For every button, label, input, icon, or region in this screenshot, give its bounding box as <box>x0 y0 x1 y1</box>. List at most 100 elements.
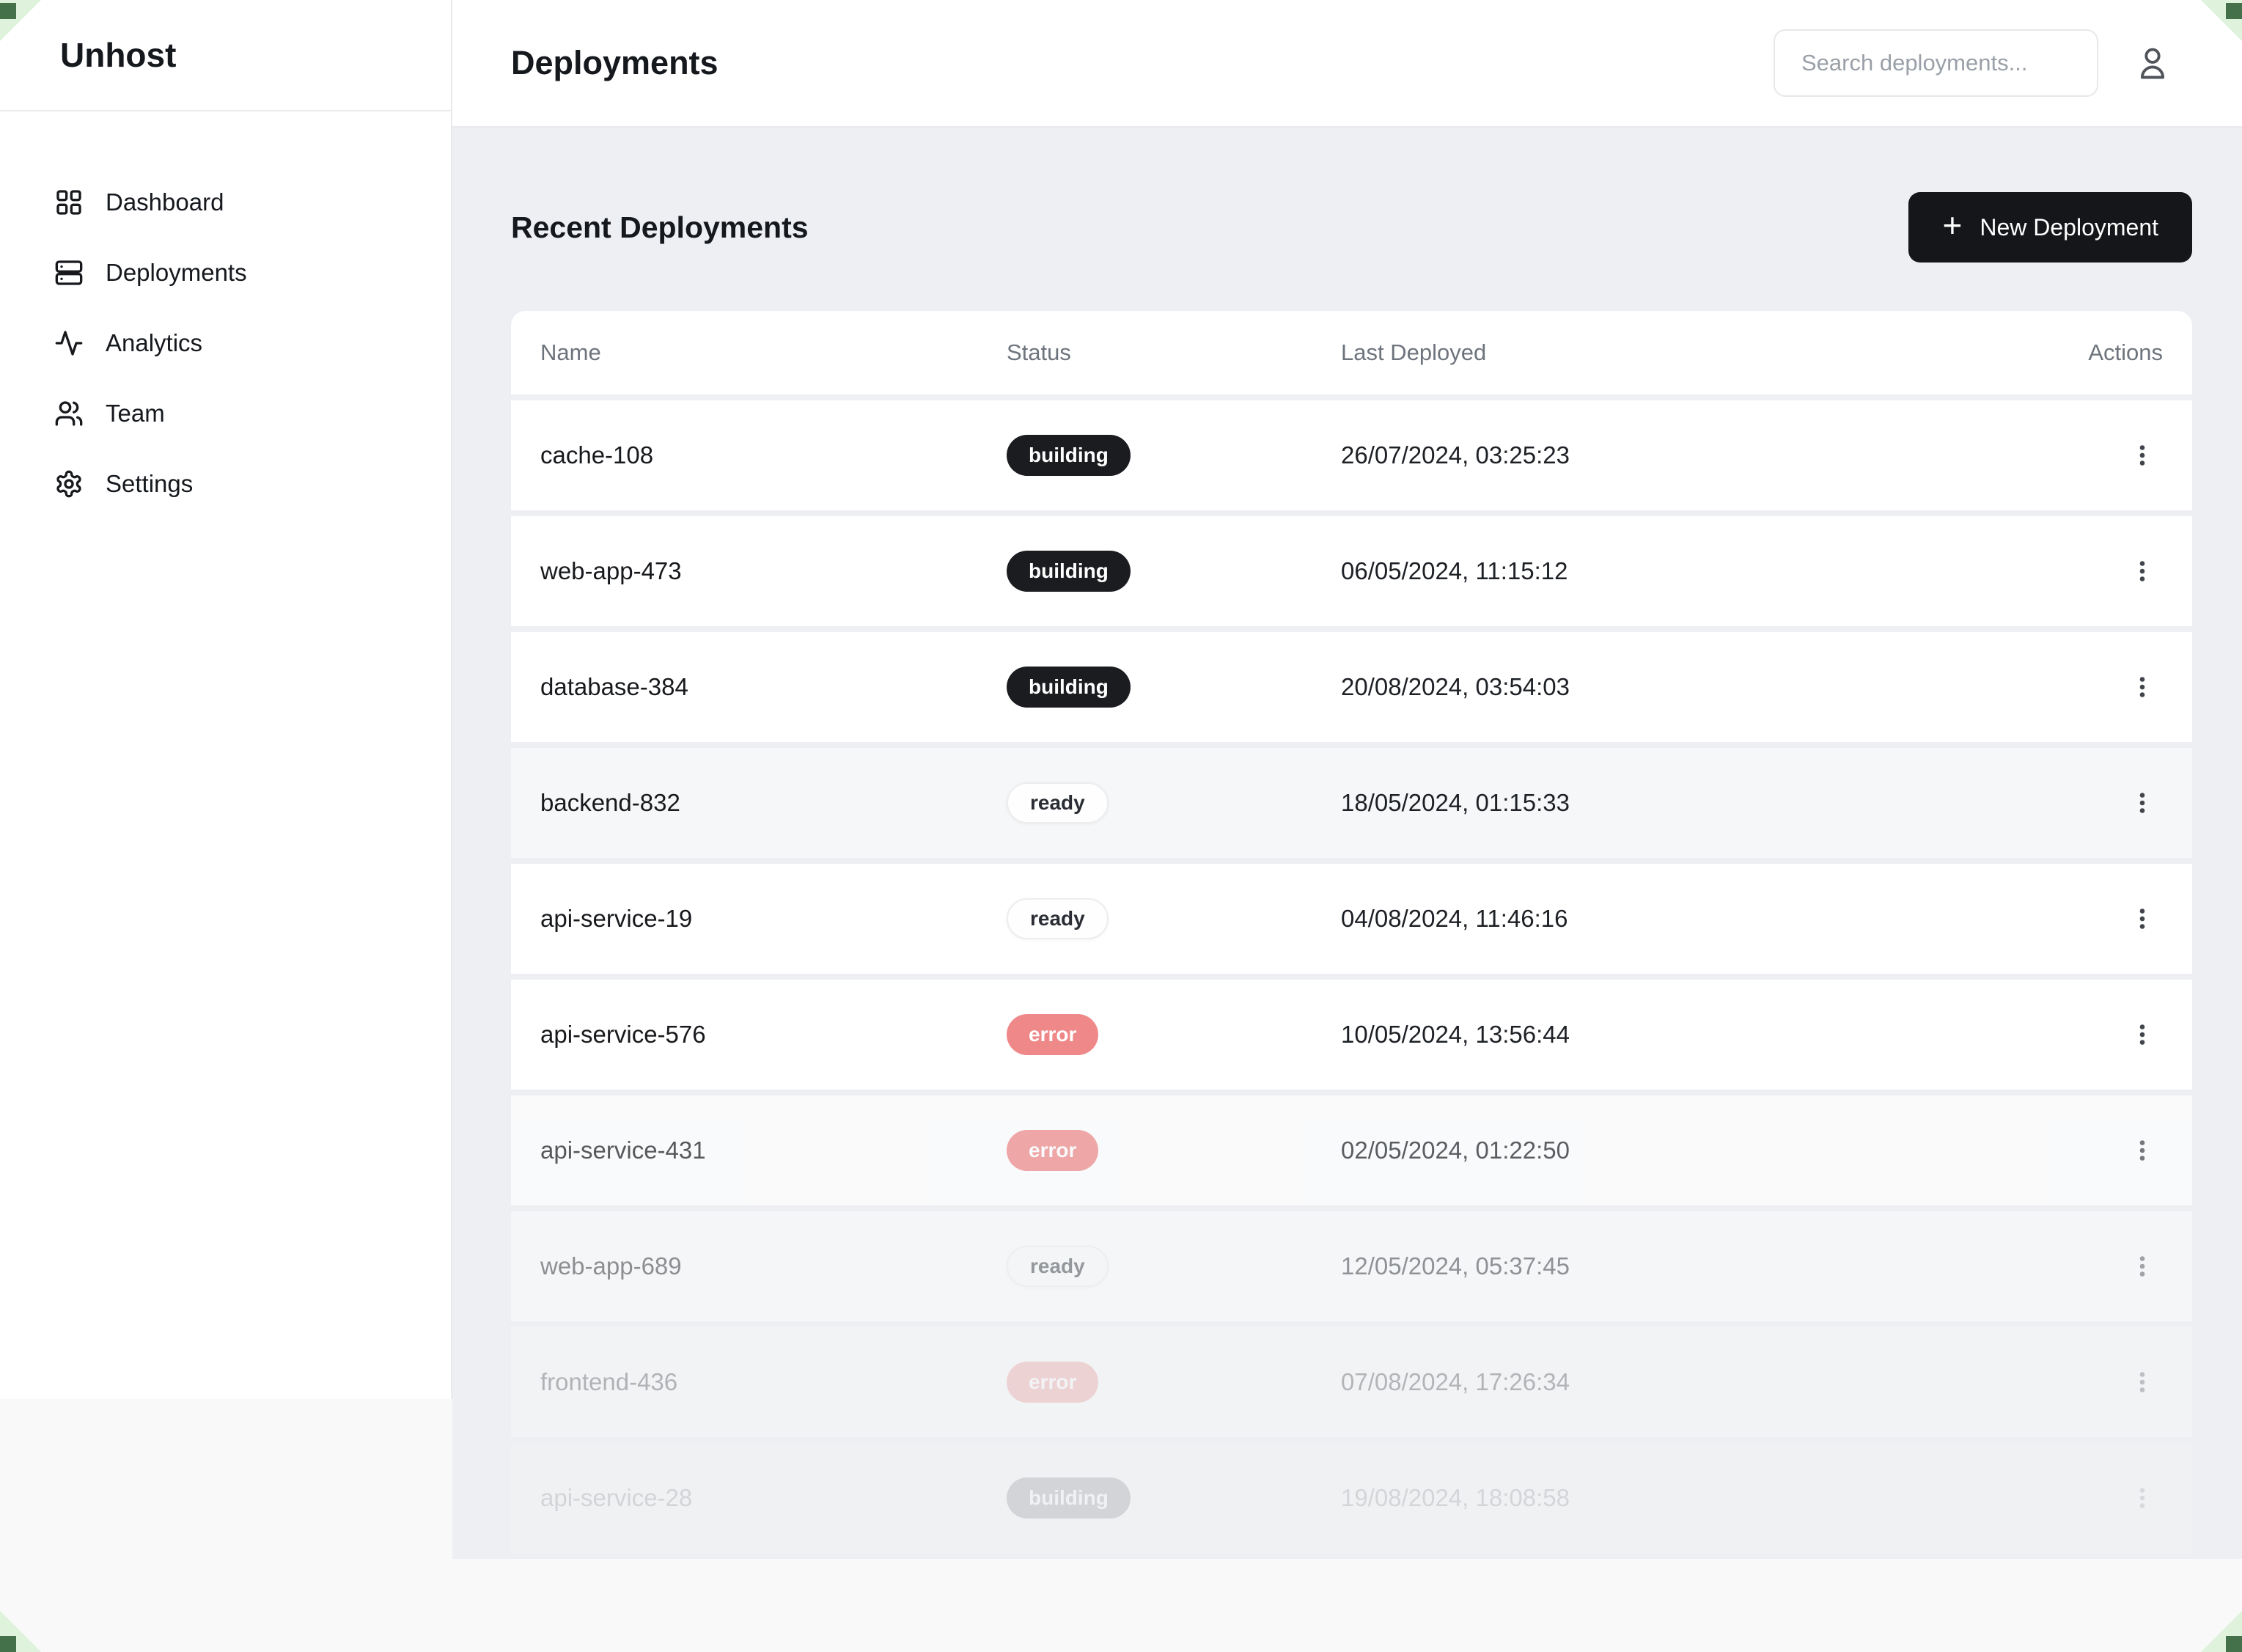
status-badge: error <box>1007 1362 1098 1403</box>
kebab-menu-icon[interactable] <box>2129 790 2155 816</box>
status-badge: ready <box>1007 782 1109 823</box>
new-deployment-label: New Deployment <box>1980 214 2158 241</box>
actions-cell <box>2060 1253 2163 1280</box>
kebab-menu-icon[interactable] <box>2129 442 2155 469</box>
deployment-name: frontend-436 <box>540 1368 1007 1396</box>
actions-cell <box>2060 442 2163 469</box>
table-row[interactable]: backend-832 ready 18/05/2024, 01:15:33 <box>511 748 2192 858</box>
table-body: cache-108 building 26/07/2024, 03:25:23 … <box>511 400 2192 1553</box>
last-deployed: 02/05/2024, 01:22:50 <box>1341 1137 2060 1164</box>
top-header: Deployments <box>452 0 2242 128</box>
deployment-name: api-service-576 <box>540 1021 1007 1049</box>
dashboard-grid-icon <box>54 188 84 217</box>
kebab-menu-icon[interactable] <box>2129 1137 2155 1164</box>
table-header-row: Name Status Last Deployed Actions <box>511 311 2192 394</box>
table-row[interactable]: web-app-689 ready 12/05/2024, 05:37:45 <box>511 1211 2192 1321</box>
activity-icon <box>54 328 84 358</box>
logo-section: Unhost <box>0 0 451 111</box>
sidebar-item-settings[interactable]: Settings <box>0 449 451 519</box>
deployments-table: Name Status Last Deployed Actions cache-… <box>511 311 2192 1553</box>
table-row[interactable]: api-service-28 building 19/08/2024, 18:0… <box>511 1443 2192 1553</box>
last-deployed: 26/07/2024, 03:25:23 <box>1341 441 2060 469</box>
column-header-actions: Actions <box>2060 339 2163 366</box>
actions-cell <box>2060 674 2163 700</box>
brand-logo: Unhost <box>60 35 176 75</box>
actions-cell <box>2060 1369 2163 1395</box>
status-cell: building <box>1007 667 1341 708</box>
last-deployed: 04/08/2024, 11:46:16 <box>1341 905 2060 933</box>
actions-cell <box>2060 558 2163 584</box>
status-badge: building <box>1007 667 1131 708</box>
kebab-menu-icon[interactable] <box>2129 1021 2155 1048</box>
status-badge: building <box>1007 1477 1131 1519</box>
last-deployed: 20/08/2024, 03:54:03 <box>1341 673 2060 701</box>
table-row[interactable]: api-service-431 error 02/05/2024, 01:22:… <box>511 1095 2192 1205</box>
page: { "brand": "Unhost", "sidebar": { "items… <box>0 0 2242 1652</box>
sidebar-item-deployments[interactable]: Deployments <box>0 238 451 308</box>
kebab-menu-icon[interactable] <box>2129 906 2155 932</box>
kebab-menu-icon[interactable] <box>2129 674 2155 700</box>
status-cell: ready <box>1007 782 1341 823</box>
actions-cell <box>2060 1485 2163 1511</box>
deployment-name: web-app-689 <box>540 1252 1007 1280</box>
status-cell: error <box>1007 1014 1341 1055</box>
sidebar-item-analytics[interactable]: Analytics <box>0 308 451 378</box>
user-icon[interactable] <box>2133 44 2172 82</box>
kebab-menu-icon[interactable] <box>2129 558 2155 584</box>
actions-cell <box>2060 906 2163 932</box>
table-row[interactable]: cache-108 building 26/07/2024, 03:25:23 <box>511 400 2192 510</box>
deployment-name: database-384 <box>540 673 1007 701</box>
column-header-name: Name <box>540 339 1007 366</box>
status-badge: error <box>1007 1014 1098 1055</box>
header-actions <box>1774 29 2172 97</box>
table-row[interactable]: api-service-576 error 10/05/2024, 13:56:… <box>511 980 2192 1090</box>
content-header: Recent Deployments + New Deployment <box>511 192 2192 263</box>
sidebar-item-team[interactable]: Team <box>0 378 451 449</box>
new-deployment-button[interactable]: + New Deployment <box>1908 192 2192 263</box>
status-badge: ready <box>1007 898 1109 939</box>
sidebar-item-label: Deployments <box>106 259 247 287</box>
column-header-status: Status <box>1007 339 1341 366</box>
sidebar-item-label: Dashboard <box>106 188 224 216</box>
kebab-menu-icon[interactable] <box>2129 1369 2155 1395</box>
deployment-name: web-app-473 <box>540 557 1007 585</box>
status-cell: building <box>1007 1477 1341 1519</box>
column-header-last-deployed: Last Deployed <box>1341 339 2060 366</box>
status-badge: building <box>1007 551 1131 592</box>
last-deployed: 19/08/2024, 18:08:58 <box>1341 1484 2060 1512</box>
sidebar-item-label: Settings <box>106 470 193 498</box>
kebab-menu-icon[interactable] <box>2129 1253 2155 1280</box>
last-deployed: 07/08/2024, 17:26:34 <box>1341 1368 2060 1396</box>
sidebar-item-dashboard[interactable]: Dashboard <box>0 167 451 238</box>
sidebar-nav: Dashboard Deployments Analytics Team <box>0 111 451 519</box>
actions-cell <box>2060 790 2163 816</box>
last-deployed: 10/05/2024, 13:56:44 <box>1341 1021 2060 1049</box>
table-row[interactable]: frontend-436 error 07/08/2024, 17:26:34 <box>511 1327 2192 1437</box>
page-title: Deployments <box>511 44 718 82</box>
sidebar: Unhost Dashboard Deployments Analytics <box>0 0 452 1399</box>
status-badge: ready <box>1007 1246 1109 1287</box>
kebab-menu-icon[interactable] <box>2129 1485 2155 1511</box>
status-cell: error <box>1007 1130 1341 1171</box>
sidebar-item-label: Analytics <box>106 329 202 357</box>
last-deployed: 12/05/2024, 05:37:45 <box>1341 1252 2060 1280</box>
status-badge: error <box>1007 1130 1098 1171</box>
app-window: Unhost Dashboard Deployments Analytics <box>0 0 2242 1399</box>
deployment-name: api-service-431 <box>540 1137 1007 1164</box>
content-area: Recent Deployments + New Deployment Name… <box>452 128 2242 1559</box>
gear-icon <box>54 469 84 499</box>
corner-marker-bottom-right-dot <box>2226 1636 2242 1652</box>
table-row[interactable]: web-app-473 building 06/05/2024, 11:15:1… <box>511 516 2192 626</box>
search-input[interactable] <box>1774 29 2098 97</box>
status-cell: building <box>1007 551 1341 592</box>
sidebar-item-label: Team <box>106 400 165 427</box>
users-icon <box>54 399 84 428</box>
status-cell: ready <box>1007 1246 1341 1287</box>
section-title: Recent Deployments <box>511 210 809 245</box>
status-cell: ready <box>1007 898 1341 939</box>
status-cell: building <box>1007 435 1341 476</box>
table-row[interactable]: database-384 building 20/08/2024, 03:54:… <box>511 632 2192 742</box>
last-deployed: 06/05/2024, 11:15:12 <box>1341 557 2060 585</box>
table-row[interactable]: api-service-19 ready 04/08/2024, 11:46:1… <box>511 864 2192 974</box>
deployment-name: backend-832 <box>540 789 1007 817</box>
